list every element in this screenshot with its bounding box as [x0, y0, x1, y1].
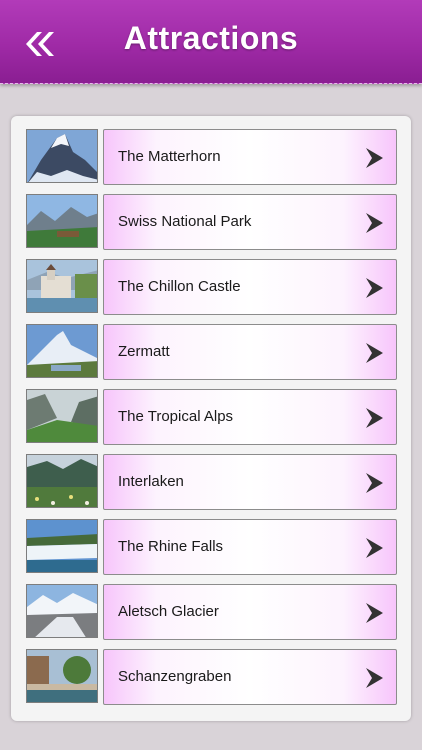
- attraction-button[interactable]: Schanzengraben: [103, 649, 397, 705]
- list-item[interactable]: Zermatt: [26, 324, 398, 380]
- list-item[interactable]: The Tropical Alps: [26, 389, 398, 445]
- item-label: Schanzengraben: [118, 668, 232, 685]
- list-item[interactable]: Aletsch Glacier: [26, 584, 398, 640]
- page-title: Attractions: [123, 20, 299, 56]
- item-label: Aletsch Glacier: [118, 603, 219, 620]
- attractions-list: The Matterhorn Swiss National Park The C…: [11, 116, 411, 721]
- attraction-button[interactable]: Swiss National Park: [103, 194, 397, 250]
- attraction-button[interactable]: The Tropical Alps: [103, 389, 397, 445]
- chevron-right-icon: [366, 603, 383, 623]
- chevron-right-icon: [366, 473, 383, 493]
- attraction-button[interactable]: The Rhine Falls: [103, 519, 397, 575]
- thumbnail-chillon-castle: [26, 259, 98, 313]
- thumbnail-swiss-national-park: [26, 194, 98, 248]
- list-item[interactable]: Schanzengraben: [26, 649, 398, 705]
- item-label: The Tropical Alps: [118, 408, 234, 425]
- item-label: Zermatt: [118, 343, 170, 360]
- attraction-button[interactable]: Interlaken: [103, 454, 397, 510]
- chevron-right-icon: [366, 213, 383, 233]
- chevron-right-icon: [366, 538, 383, 558]
- thumbnail-zermatt: [26, 324, 98, 378]
- thumbnail-aletsch-glacier: [26, 584, 98, 638]
- item-label: The Matterhorn: [118, 148, 221, 165]
- list-item[interactable]: The Rhine Falls: [26, 519, 398, 575]
- item-label: The Rhine Falls: [118, 538, 224, 555]
- attraction-button[interactable]: Aletsch Glacier: [103, 584, 397, 640]
- attraction-button[interactable]: The Matterhorn: [103, 129, 397, 185]
- chevron-right-icon: [366, 668, 383, 688]
- chevron-right-icon: [366, 408, 383, 428]
- list-item[interactable]: The Matterhorn: [26, 129, 398, 185]
- chevron-right-icon: [366, 343, 383, 363]
- attraction-button[interactable]: Zermatt: [103, 324, 397, 380]
- list-item[interactable]: Interlaken: [26, 454, 398, 510]
- chevron-right-icon: [366, 278, 383, 298]
- header-bar: Attractions: [0, 0, 422, 84]
- thumbnail-tropical-alps: [26, 389, 98, 443]
- thumbnail-rhine-falls: [26, 519, 98, 573]
- chevron-right-icon: [366, 148, 383, 168]
- item-label: Interlaken: [118, 473, 184, 490]
- thumbnail-matterhorn: [26, 129, 98, 183]
- thumbnail-schanzengraben: [26, 649, 98, 703]
- item-label: Swiss National Park: [118, 213, 252, 230]
- list-item[interactable]: Swiss National Park: [26, 194, 398, 250]
- thumbnail-interlaken: [26, 454, 98, 508]
- attraction-button[interactable]: The Chillon Castle: [103, 259, 397, 315]
- list-item[interactable]: The Chillon Castle: [26, 259, 398, 315]
- item-label: The Chillon Castle: [118, 278, 241, 295]
